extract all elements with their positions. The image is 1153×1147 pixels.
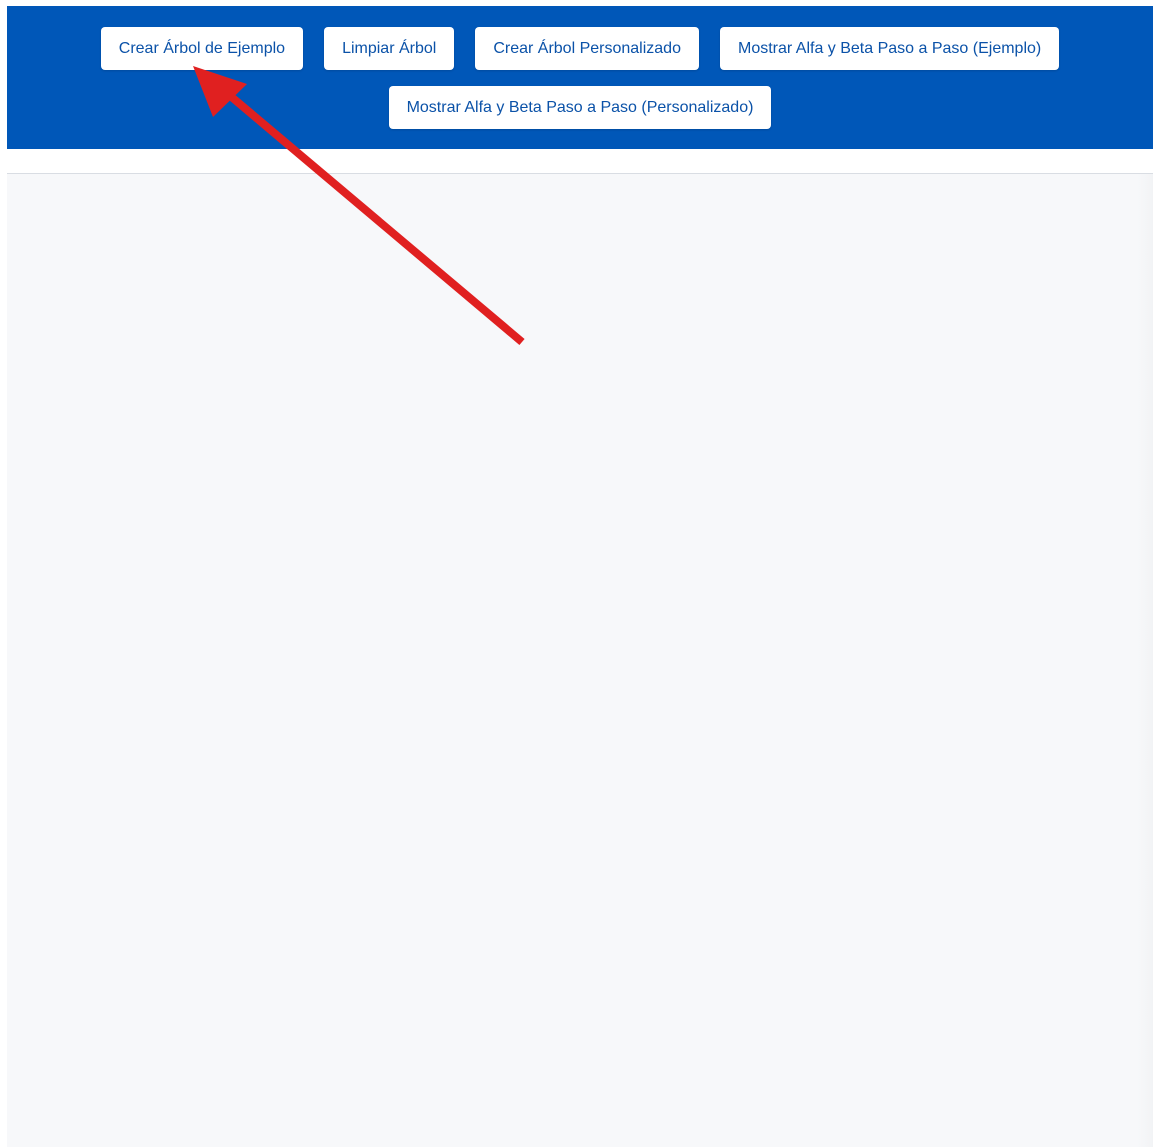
scrollbar-track[interactable] <box>1137 174 1153 1147</box>
toolbar-separator <box>7 149 1153 174</box>
tree-canvas[interactable] <box>7 174 1137 1147</box>
toolbar-row-1: Crear Árbol de Ejemplo Limpiar Árbol Cre… <box>7 27 1153 70</box>
show-alpha-beta-custom-button[interactable]: Mostrar Alfa y Beta Paso a Paso (Persona… <box>388 86 772 129</box>
toolbar-row-2: Mostrar Alfa y Beta Paso a Paso (Persona… <box>7 86 1153 129</box>
create-example-tree-button[interactable]: Crear Árbol de Ejemplo <box>100 27 304 70</box>
toolbar: Crear Árbol de Ejemplo Limpiar Árbol Cre… <box>7 6 1153 149</box>
create-custom-tree-button[interactable]: Crear Árbol Personalizado <box>475 27 699 70</box>
show-alpha-beta-example-button[interactable]: Mostrar Alfa y Beta Paso a Paso (Ejemplo… <box>719 27 1060 70</box>
clear-tree-button[interactable]: Limpiar Árbol <box>324 27 455 70</box>
page: Crear Árbol de Ejemplo Limpiar Árbol Cre… <box>0 0 1153 1147</box>
